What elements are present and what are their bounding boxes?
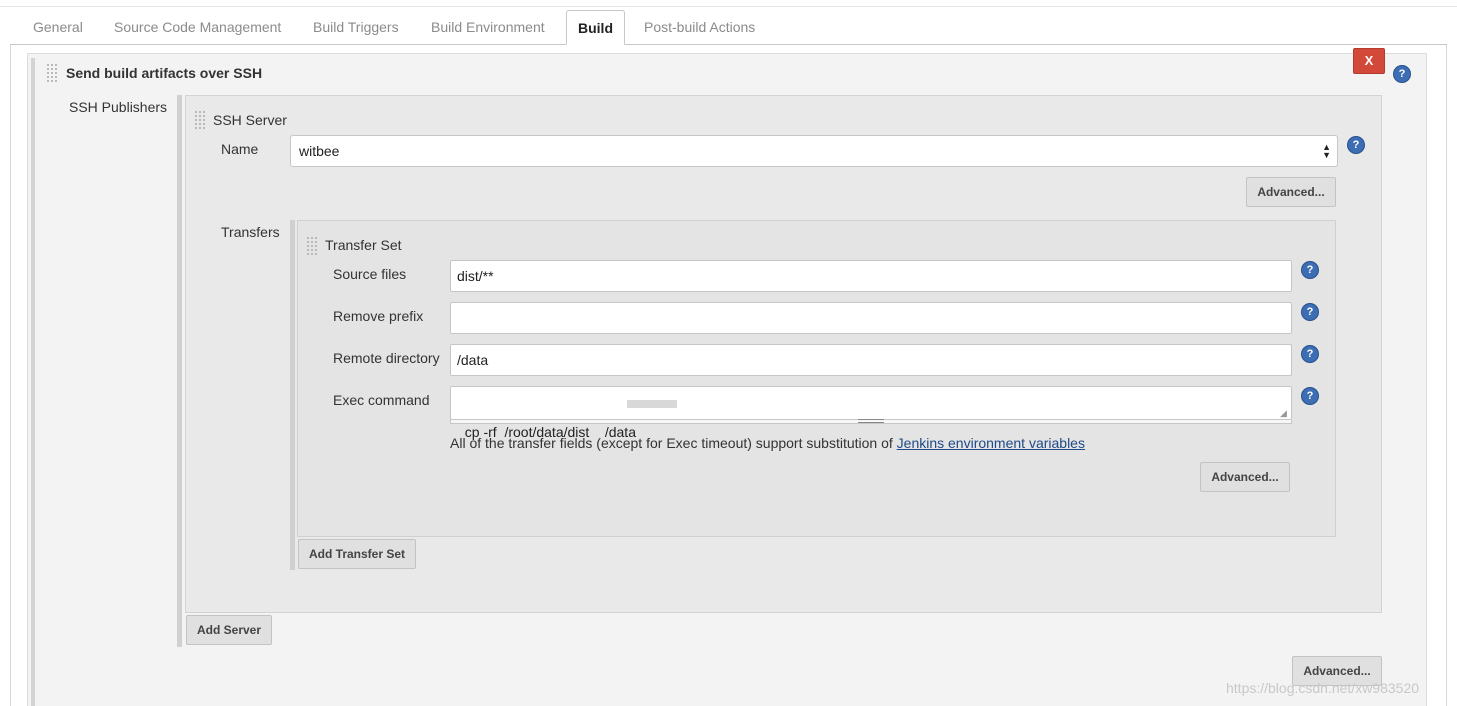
publishers-left-bar — [177, 95, 182, 647]
resize-corner-icon[interactable]: ◢ — [1280, 408, 1287, 419]
server-name-select[interactable]: witbee ▲ ▼ — [290, 135, 1338, 167]
drag-handle-icon[interactable] — [46, 63, 58, 83]
tab-general[interactable]: General — [22, 10, 94, 45]
transfers-label: Transfers — [221, 224, 280, 240]
source-files-input[interactable]: dist/** — [450, 260, 1292, 292]
redacted-text — [627, 400, 677, 408]
transfer-advanced-button[interactable]: Advanced... — [1200, 462, 1290, 492]
transfer-note-text: All of the transfer fields (except for E… — [450, 435, 897, 451]
remote-directory-input[interactable]: /data — [450, 344, 1292, 376]
remove-prefix-label: Remove prefix — [333, 308, 424, 324]
help-icon[interactable]: ? — [1302, 388, 1318, 404]
help-icon[interactable]: ? — [1302, 304, 1318, 320]
remove-prefix-input[interactable] — [450, 302, 1292, 334]
drag-handle-icon[interactable] — [194, 110, 206, 130]
transfers-left-bar — [290, 220, 295, 570]
section-left-bar — [31, 58, 35, 706]
server-name-label: Name — [221, 141, 259, 157]
delete-step-button[interactable]: X — [1353, 48, 1385, 74]
ssh-publishers-label: SSH Publishers — [69, 99, 168, 115]
resize-handle-icon[interactable] — [858, 419, 884, 423]
exec-command-textarea[interactable]: cp -rf /root/data/dist /data — [450, 386, 1292, 440]
env-variables-link[interactable]: Jenkins environment variables — [897, 435, 1085, 451]
select-arrows-icon: ▲ ▼ — [1322, 142, 1331, 160]
transfer-note: All of the transfer fields (except for E… — [450, 435, 1085, 451]
help-icon[interactable]: ? — [1394, 66, 1410, 82]
help-icon[interactable]: ? — [1302, 346, 1318, 362]
remote-directory-label: Remote directory — [333, 350, 440, 366]
transfer-set-title: Transfer Set — [325, 237, 402, 253]
server-name-value: witbee — [299, 143, 340, 159]
drag-handle-icon[interactable] — [306, 236, 318, 256]
ssh-server-title: SSH Server — [213, 112, 287, 128]
add-transfer-set-button[interactable]: Add Transfer Set — [298, 539, 416, 569]
server-advanced-button[interactable]: Advanced... — [1246, 177, 1336, 207]
tab-post-build-actions[interactable]: Post-build Actions — [633, 10, 766, 45]
source-files-label: Source files — [333, 266, 407, 282]
tab-build[interactable]: Build — [566, 10, 625, 45]
help-icon[interactable]: ? — [1348, 137, 1364, 153]
tab-source-code-management[interactable]: Source Code Management — [103, 10, 292, 45]
tab-build-environment[interactable]: Build Environment — [420, 10, 556, 45]
exec-command-label: Exec command — [333, 392, 430, 408]
section-title: Send build artifacts over SSH — [66, 65, 263, 81]
tab-build-triggers[interactable]: Build Triggers — [302, 10, 410, 45]
add-server-button[interactable]: Add Server — [186, 615, 272, 645]
watermark: https://blog.csdn.net/xw983520 — [1226, 680, 1420, 696]
help-icon[interactable]: ? — [1302, 262, 1318, 278]
